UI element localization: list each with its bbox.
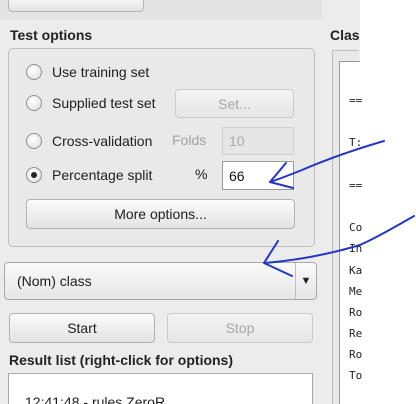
output-line: To <box>349 369 363 382</box>
stop-button[interactable]: Stop <box>167 313 313 343</box>
output-line: Ro <box>349 306 363 319</box>
more-options-button[interactable]: More options... <box>26 199 295 229</box>
start-button[interactable]: Start <box>9 313 155 343</box>
output-line: Co <box>349 221 363 234</box>
output-line: Ro <box>349 348 363 361</box>
weka-explorer-classify-panel: Test options Use training set Supplied t… <box>0 0 416 404</box>
output-line: == <box>349 179 363 192</box>
radio-icon[interactable] <box>26 64 42 80</box>
output-line: In <box>349 242 363 255</box>
radio-cross-validation[interactable]: Cross-validation <box>26 130 152 152</box>
classifier-choose-button[interactable] <box>8 0 144 12</box>
percentage-input[interactable]: 66 <box>222 161 294 190</box>
radio-use-training-set[interactable]: Use training set <box>26 61 149 83</box>
left-panel: Test options Use training set Supplied t… <box>0 0 322 404</box>
radio-label: Cross-validation <box>52 133 153 149</box>
output-line: == <box>349 94 363 107</box>
radio-label: Use training set <box>52 64 150 80</box>
triangle-down-icon[interactable]: ▼ <box>295 263 316 299</box>
output-line: T: <box>349 136 363 149</box>
output-line: Ka <box>349 264 363 277</box>
result-list-item[interactable]: 12:41:48 - rules.ZeroR <box>25 394 165 404</box>
top-strip <box>0 0 322 20</box>
output-line: Me <box>349 285 363 298</box>
folds-input[interactable]: 10 <box>222 127 294 155</box>
radio-label: Supplied test set <box>52 95 156 111</box>
radio-percentage-split[interactable]: Percentage split <box>26 164 152 186</box>
result-list-title: Result list (right-click for options) <box>9 352 234 368</box>
output-line: Re <box>349 327 363 340</box>
folds-label: Folds <box>172 132 207 148</box>
class-attribute-select[interactable]: (Nom) class ▼ <box>4 262 317 300</box>
classifier-output-region <box>322 0 416 404</box>
set-test-set-button[interactable]: Set... <box>175 89 294 118</box>
radio-label: Percentage split <box>52 167 153 183</box>
radio-selected-icon[interactable] <box>26 167 42 183</box>
result-list-box[interactable]: 12:41:48 - rules.ZeroR <box>8 373 313 404</box>
radio-icon[interactable] <box>26 95 42 111</box>
percent-label: % <box>195 166 208 182</box>
radio-supplied-test-set[interactable]: Supplied test set <box>26 92 156 114</box>
class-attribute-value: (Nom) class <box>17 273 92 289</box>
test-options-title: Test options <box>10 27 93 43</box>
classifier-output-title: Clas <box>330 27 360 43</box>
radio-icon[interactable] <box>26 133 42 149</box>
